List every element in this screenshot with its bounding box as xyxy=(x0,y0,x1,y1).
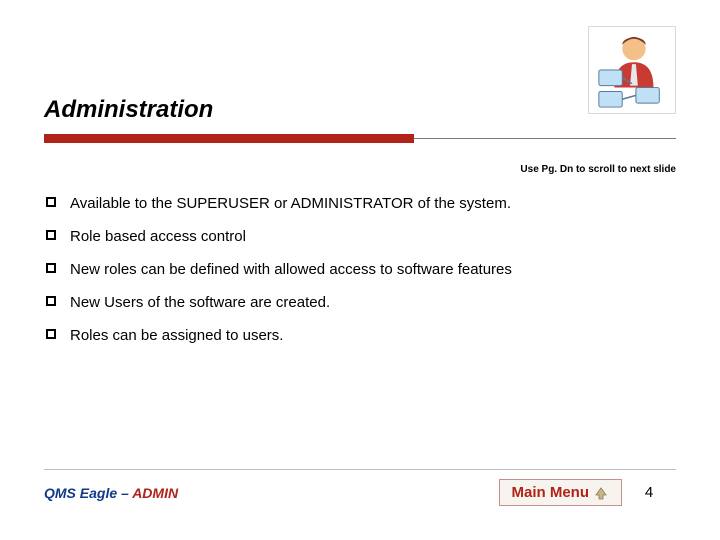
product-module: ADMIN xyxy=(132,485,178,501)
scroll-hint: Use Pg. Dn to scroll to next slide xyxy=(44,164,676,175)
main-menu-label: Main Menu xyxy=(512,484,590,501)
header: Administration xyxy=(44,0,676,146)
slide: Administration Use Pg. Dn to scroll to n… xyxy=(0,0,720,540)
product-name: QMS Eagle – xyxy=(44,485,132,501)
list-item: Role based access control xyxy=(44,220,676,253)
square-bullet-icon xyxy=(46,197,56,207)
bullet-text: Role based access control xyxy=(70,228,246,245)
square-bullet-icon xyxy=(46,263,56,273)
page-number: 4 xyxy=(622,484,676,501)
bullet-text: New Users of the software are created. xyxy=(70,294,330,311)
page-title: Administration xyxy=(44,96,676,124)
bullet-text: New roles can be defined with allowed ac… xyxy=(70,261,512,278)
list-item: New Users of the software are created. xyxy=(44,286,676,319)
square-bullet-icon xyxy=(46,296,56,306)
footer: QMS Eagle – ADMIN Main Menu 4 xyxy=(44,479,676,506)
square-bullet-icon xyxy=(46,329,56,339)
product-label: QMS Eagle – ADMIN xyxy=(44,485,178,501)
list-item: Roles can be assigned to users. xyxy=(44,319,676,352)
bullet-list: Available to the SUPERUSER or ADMINISTRA… xyxy=(44,187,676,352)
bullet-text: Available to the SUPERUSER or ADMINISTRA… xyxy=(70,195,511,212)
arrow-up-icon xyxy=(593,486,609,500)
bullet-text: Roles can be assigned to users. xyxy=(70,327,283,344)
list-item: Available to the SUPERUSER or ADMINISTRA… xyxy=(44,187,676,220)
footer-rule xyxy=(44,469,676,470)
square-bullet-icon xyxy=(46,230,56,240)
list-item: New roles can be defined with allowed ac… xyxy=(44,253,676,286)
title-rule xyxy=(44,134,676,146)
main-menu-button[interactable]: Main Menu xyxy=(499,479,623,506)
